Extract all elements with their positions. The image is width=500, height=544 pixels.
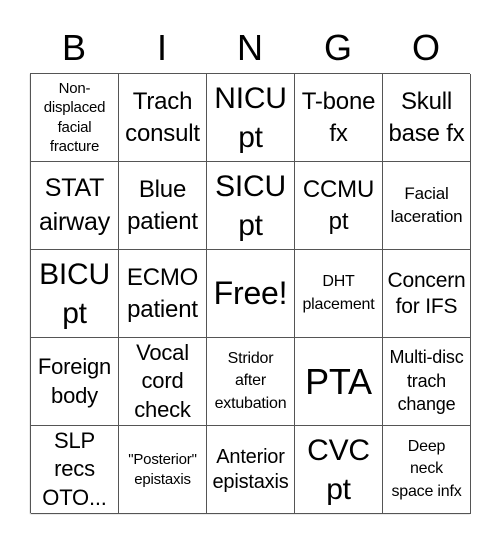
header-letter-b: B	[61, 27, 86, 68]
header-letter-n: N	[237, 27, 263, 68]
bingo-header: B I N G O	[30, 26, 470, 70]
bingo-cell[interactable]: Non- displaced facial fracture	[31, 74, 119, 162]
free-space-cell[interactable]: Free!	[207, 250, 295, 338]
bingo-cell[interactable]: PTA	[295, 338, 383, 426]
bingo-cell[interactable]: SLP recs OTO...	[31, 426, 119, 514]
bingo-cell[interactable]: Vocal cord check	[119, 338, 207, 426]
bingo-cell[interactable]: Stridor after extubation	[207, 338, 295, 426]
bingo-cell[interactable]: T-bone fx	[295, 74, 383, 162]
bingo-cell[interactable]: Trach consult	[119, 74, 207, 162]
header-letter-i: I	[156, 27, 167, 68]
bingo-cell[interactable]: Multi-disc trach change	[383, 338, 471, 426]
header-letter-g: G	[323, 27, 352, 68]
bingo-cell[interactable]: ECMO patient	[119, 250, 207, 338]
bingo-cell[interactable]: DHT placement	[295, 250, 383, 338]
bingo-cell[interactable]: SICU pt	[207, 162, 295, 250]
bingo-cell[interactable]: Foreign body	[31, 338, 119, 426]
bingo-cell[interactable]: Concern for IFS	[383, 250, 471, 338]
bingo-cell[interactable]: Anterior epistaxis	[207, 426, 295, 514]
bingo-cell[interactable]: Blue patient	[119, 162, 207, 250]
bingo-cell[interactable]: CVC pt	[295, 426, 383, 514]
bingo-cell[interactable]: Skull base fx	[383, 74, 471, 162]
bingo-cell[interactable]: Facial laceration	[383, 162, 471, 250]
bingo-cell[interactable]: Deep neck space infx	[383, 426, 471, 514]
bingo-cell[interactable]: NICU pt	[207, 74, 295, 162]
bingo-cell[interactable]: CCMU pt	[295, 162, 383, 250]
bingo-cell[interactable]: "Posterior" epistaxis	[119, 426, 207, 514]
header-letter-o: O	[411, 27, 440, 68]
bingo-board: Non- displaced facial fracture Trach con…	[30, 73, 471, 514]
bingo-cell[interactable]: STAT airway	[31, 162, 119, 250]
bingo-cell[interactable]: BICU pt	[31, 250, 119, 338]
